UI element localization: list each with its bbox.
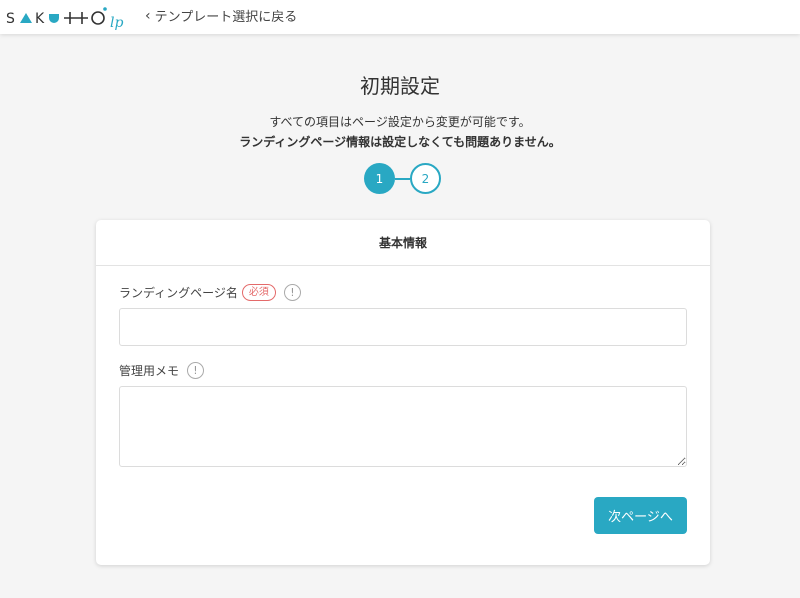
landing-page-name-label-row: ランディングページ名 必須 ! — [119, 284, 301, 301]
info-icon[interactable]: ! — [187, 362, 205, 379]
step-2: 2 — [410, 163, 441, 194]
step-connector — [395, 178, 410, 180]
card-title: 基本情報 — [96, 220, 710, 266]
memo-label-row: 管理用メモ ! — [119, 362, 205, 379]
basic-info-card: 基本情報 ランディングページ名 必須 ! 管理用メモ ! 次ページへ — [96, 220, 710, 565]
svg-text:S: S — [6, 11, 16, 27]
back-link-label: テンプレート選択に戻る — [154, 10, 298, 25]
landing-page-name-label: ランディングページ名 — [119, 286, 238, 300]
sakutto-lp-logo[interactable]: S K lp — [6, 4, 136, 30]
next-page-button[interactable]: 次ページへ — [594, 497, 687, 534]
memo-label: 管理用メモ — [119, 364, 180, 378]
svg-text:lp: lp — [110, 15, 123, 30]
required-badge: 必須 — [241, 284, 276, 301]
description-line-2: ランディングページ情報は設定しなくても問題ありません。 — [239, 135, 561, 149]
chevron-left-icon: ‹ — [145, 7, 151, 24]
description-line-1: すべての項目はページ設定から変更が可能です。 — [269, 115, 531, 129]
landing-page-name-input[interactable] — [119, 308, 687, 346]
svg-text:K: K — [35, 11, 45, 27]
back-to-template-link[interactable]: ‹ テンプレート選択に戻る — [145, 6, 298, 26]
memo-textarea[interactable] — [119, 386, 687, 467]
step-indicator: 1 2 — [364, 163, 442, 195]
step-1: 1 — [364, 163, 395, 194]
info-icon[interactable]: ! — [283, 284, 301, 301]
top-bar: S K lp ‹ テンプレート選択に戻る — [0, 0, 800, 34]
page-title: 初期設定 — [360, 74, 440, 98]
